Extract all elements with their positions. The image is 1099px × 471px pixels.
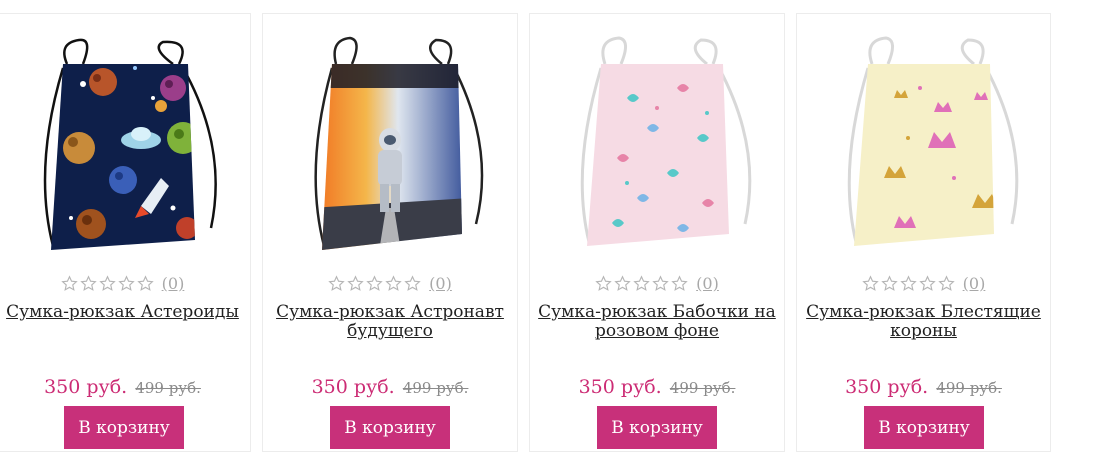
product-image[interactable] [263, 28, 517, 258]
product-card: (0) Сумка-рюкзак Астронавт будущего 350 … [262, 13, 518, 452]
current-price: 350 руб. [578, 376, 662, 398]
reviews-count-link[interactable]: (0) [162, 274, 185, 293]
rating-row: (0) [0, 274, 250, 293]
bag-image-astronaut[interactable] [290, 28, 490, 258]
current-price: 350 руб. [845, 376, 929, 398]
reviews-count-link[interactable]: (0) [963, 274, 986, 293]
price-block: 350 руб. 499 руб. [797, 376, 1050, 398]
star-empty-icon [918, 275, 936, 291]
rating-row: (0) [263, 274, 517, 293]
star-empty-icon [861, 275, 879, 291]
add-to-cart-button[interactable]: В корзину [330, 406, 450, 449]
star-empty-icon [385, 275, 402, 291]
reviews-count-link[interactable]: (0) [696, 274, 719, 293]
price-block: 350 руб. 499 руб. [263, 376, 517, 398]
add-to-cart-button[interactable]: В корзину [64, 406, 184, 449]
star-rating [595, 275, 688, 292]
star-empty-icon [60, 275, 78, 291]
bag-image-asteroids[interactable] [23, 28, 223, 258]
star-empty-icon [633, 275, 650, 291]
add-to-cart-button[interactable]: В корзину [597, 406, 717, 449]
star-empty-icon [98, 275, 116, 291]
star-empty-icon [880, 275, 898, 291]
product-title-link[interactable]: Сумка-рюкзак Бабочки на розовом фоне [538, 303, 776, 341]
product-card: (0) Сумка-рюкзак Астероиды 350 руб. 499 … [0, 13, 251, 452]
star-empty-icon [136, 275, 154, 291]
star-empty-icon [937, 275, 955, 291]
add-to-cart-button[interactable]: В корзину [864, 406, 984, 449]
rating-row: (0) [530, 274, 784, 293]
current-price: 350 руб. [311, 376, 395, 398]
product-title-link[interactable]: Сумка-рюкзак Астронавт будущего [271, 303, 509, 341]
price-block: 350 руб. 499 руб. [0, 376, 250, 398]
product-card: (0) Сумка-рюкзак Бабочки на розовом фоне… [529, 13, 785, 452]
star-empty-icon [366, 275, 383, 291]
old-price: 499 руб. [402, 379, 469, 397]
star-empty-icon [404, 275, 421, 291]
rating-row: (0) [797, 274, 1050, 293]
star-rating [60, 275, 154, 292]
star-empty-icon [652, 275, 669, 291]
star-empty-icon [614, 275, 631, 291]
star-empty-icon [79, 275, 97, 291]
bag-image-butterflies[interactable] [557, 28, 757, 258]
current-price: 350 руб. [44, 376, 128, 398]
bag-image-crowns[interactable] [824, 28, 1024, 258]
product-image[interactable] [0, 28, 250, 258]
old-price: 499 руб. [936, 379, 1002, 397]
old-price: 499 руб. [135, 379, 201, 397]
star-empty-icon [899, 275, 917, 291]
product-card: (0) Сумка-рюкзак Блестящие короны 350 ру… [796, 13, 1051, 452]
old-price: 499 руб. [669, 379, 736, 397]
star-empty-icon [117, 275, 135, 291]
product-image[interactable] [797, 28, 1050, 258]
product-title-link[interactable]: Сумка-рюкзак Астероиды [3, 303, 242, 322]
star-empty-icon [328, 275, 345, 291]
reviews-count-link[interactable]: (0) [429, 274, 452, 293]
star-empty-icon [347, 275, 364, 291]
star-rating [861, 275, 955, 292]
product-grid: (0) Сумка-рюкзак Астероиды 350 руб. 499 … [0, 0, 1099, 471]
price-block: 350 руб. 499 руб. [530, 376, 784, 398]
product-title-link[interactable]: Сумка-рюкзак Блестящие короны [805, 303, 1042, 341]
star-empty-icon [595, 275, 612, 291]
star-rating [328, 275, 421, 292]
star-empty-icon [671, 275, 688, 291]
product-image[interactable] [530, 28, 784, 258]
